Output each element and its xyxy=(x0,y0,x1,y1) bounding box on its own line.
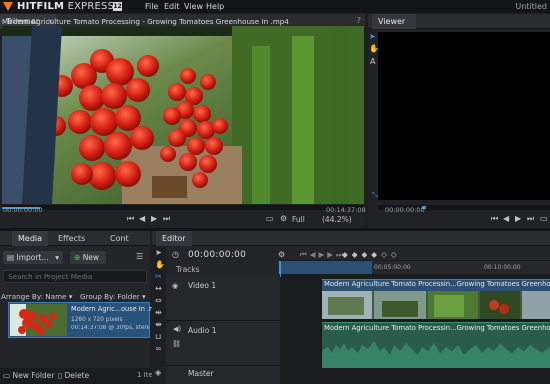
master-track-label: Master xyxy=(188,369,214,378)
tomato-thumbnail xyxy=(10,304,67,336)
trimmer-time-end: 00:14:37:08 xyxy=(326,206,366,214)
delete-button[interactable]: ▯ Delete xyxy=(58,371,89,380)
marker-tool-icon[interactable]: ◈ xyxy=(155,368,161,377)
work-area-bar[interactable] xyxy=(280,261,372,274)
select-tool-icon[interactable]: ➤ xyxy=(369,32,376,41)
project-title: Untitled xyxy=(515,2,547,11)
text-tool-icon[interactable]: A xyxy=(370,57,375,66)
menu-edit[interactable]: Edit xyxy=(164,0,180,13)
menu-help[interactable]: Help xyxy=(206,0,224,13)
media-tabbar: Media Effects Cont xyxy=(0,231,150,246)
hitfilm-logo-icon xyxy=(3,2,13,11)
import-button[interactable]: ▤ Import... ▾ xyxy=(3,251,63,264)
link-tool-icon[interactable]: ∞ xyxy=(155,344,162,353)
trimmer-scrubber[interactable] xyxy=(2,205,364,210)
list-view-icon[interactable]: ☰ xyxy=(136,252,143,261)
edit-controls[interactable]: ◆◆◆◆◇◇ xyxy=(342,250,401,259)
editor-tools: ➤ ✋ ✂ ↔ ⇔ ⇹ ⇼ ⊔ ∞ ◈ xyxy=(152,246,166,384)
tab-effects[interactable]: Effects xyxy=(52,231,91,246)
video-clip-title: Modern Agriculture Tomato Processin...Gr… xyxy=(324,280,550,288)
plus-icon: ⊕ xyxy=(74,253,81,262)
ruler-mark-2: 00:10:00:00 xyxy=(484,264,521,271)
tab-media[interactable]: Media xyxy=(12,231,49,246)
viewer-screen xyxy=(378,32,550,200)
ripple-tool-icon[interactable]: ⇹ xyxy=(155,308,162,317)
editor-tabbar: Editor xyxy=(152,231,550,246)
tracks-label: Tracks xyxy=(176,265,200,274)
visibility-icon[interactable]: ◉ xyxy=(172,282,178,290)
track-headers xyxy=(166,274,280,384)
play-icon[interactable]: ▶ xyxy=(151,214,157,223)
viewer-monitor-icon[interactable]: ▭ xyxy=(540,214,548,223)
new-button[interactable]: ⊕ New xyxy=(70,251,106,264)
zoom-select[interactable]: (44.2%) xyxy=(322,215,352,224)
audio-waveform xyxy=(322,341,550,368)
select-tool-icon[interactable]: ➤ xyxy=(155,248,162,257)
editor-timecode[interactable]: 00:00:00:00 xyxy=(188,250,246,260)
video-clip-filmstrip xyxy=(322,291,550,319)
clock-icon: ◷ xyxy=(172,250,179,259)
media-thumbnail xyxy=(10,304,67,336)
hand-tool-icon[interactable]: ✋ xyxy=(155,260,165,269)
snap-tool-icon[interactable]: ⊔ xyxy=(155,332,161,341)
new-folder-button[interactable]: ▭ New Folder xyxy=(3,371,54,380)
viewer-back-icon[interactable]: ◀ xyxy=(503,214,509,223)
speaker-icon[interactable]: ◀) xyxy=(173,325,181,333)
resize-icon[interactable]: ⤡ xyxy=(372,191,378,200)
settings-icon[interactable]: ⚙ xyxy=(280,214,287,223)
media-item-name: Modern Agric...ouse In .mp4 xyxy=(71,305,164,313)
slide-tool-icon[interactable]: ⇔ xyxy=(155,296,162,305)
tab-viewer[interactable]: Viewer xyxy=(372,14,416,29)
trimmer-clip-title: Modern Agriculture Tomato Processing - G… xyxy=(2,17,289,26)
version-badge: 12 xyxy=(113,2,122,11)
help-icon[interactable]: ? xyxy=(357,16,361,25)
tab-controls[interactable]: Cont xyxy=(104,231,135,246)
viewer-tabbar: Viewer xyxy=(368,14,550,29)
viewer-time: 00:00:00:00 xyxy=(385,206,425,214)
media-item-resolution: 1280 x 720 pixels xyxy=(71,317,123,323)
media-count: 1 Ite xyxy=(137,371,153,379)
audio-track-label: Audio 1 xyxy=(188,326,217,335)
import-icon: ▤ xyxy=(7,253,15,262)
filmstrip-thumbnails xyxy=(322,291,550,319)
audio-link-icon[interactable]: ⛓ xyxy=(172,340,181,348)
viewer-skip-start-icon[interactable]: ⏮ xyxy=(491,214,498,224)
arrange-by-select[interactable]: Arrange By: Name ▾ xyxy=(1,292,72,301)
viewer-play-icon[interactable]: ▶ xyxy=(515,214,521,223)
group-by-select[interactable]: Group By: Folder ▾ xyxy=(80,292,146,301)
media-search-input[interactable]: Search in Project Media xyxy=(3,270,147,283)
skip-end-icon[interactable]: ⏭ xyxy=(163,214,170,224)
step-back-icon[interactable]: ◀ xyxy=(139,214,145,223)
tab-editor[interactable]: Editor xyxy=(156,231,192,246)
folder-icon: ▭ xyxy=(3,371,11,380)
trash-icon: ▯ xyxy=(58,371,63,380)
skip-start-icon[interactable]: ⏮ xyxy=(127,214,134,224)
track-divider xyxy=(166,365,280,366)
settings-icon[interactable]: ⚙ xyxy=(278,250,285,259)
roll-tool-icon[interactable]: ⇼ xyxy=(155,320,162,329)
ruler-mark-1: 00:05:00:00 xyxy=(374,264,411,271)
track-divider xyxy=(166,320,280,321)
video-track-label: Video 1 xyxy=(188,281,217,290)
quality-select[interactable]: Full xyxy=(292,215,305,224)
media-item-duration: 00:14:37:08 @ 30fps, stereo xyxy=(71,325,149,331)
trimmer-video-frame xyxy=(2,26,364,204)
viewer-toolbar: ➤ ✋ A xyxy=(368,30,379,200)
audio-clip-title: Modern Agriculture Tomato Processin...Gr… xyxy=(324,324,550,332)
tomato-video-frame xyxy=(2,26,364,204)
trimmer-time-start: 00:00:00:00 xyxy=(3,206,43,214)
transport-controls[interactable]: ⏮◀▶▶⏭ xyxy=(300,250,346,260)
slip-tool-icon[interactable]: ↔ xyxy=(155,284,162,293)
monitor-icon[interactable]: ▭ xyxy=(266,214,274,223)
menu-file[interactable]: File xyxy=(145,0,158,13)
viewer-skip-end-icon[interactable]: ⏭ xyxy=(527,214,534,224)
menu-view[interactable]: View xyxy=(184,0,203,13)
razor-tool-icon[interactable]: ✂ xyxy=(155,272,162,281)
brand-name: HITFILM EXPRESS xyxy=(17,1,115,12)
chevron-down-icon: ▾ xyxy=(55,253,59,262)
